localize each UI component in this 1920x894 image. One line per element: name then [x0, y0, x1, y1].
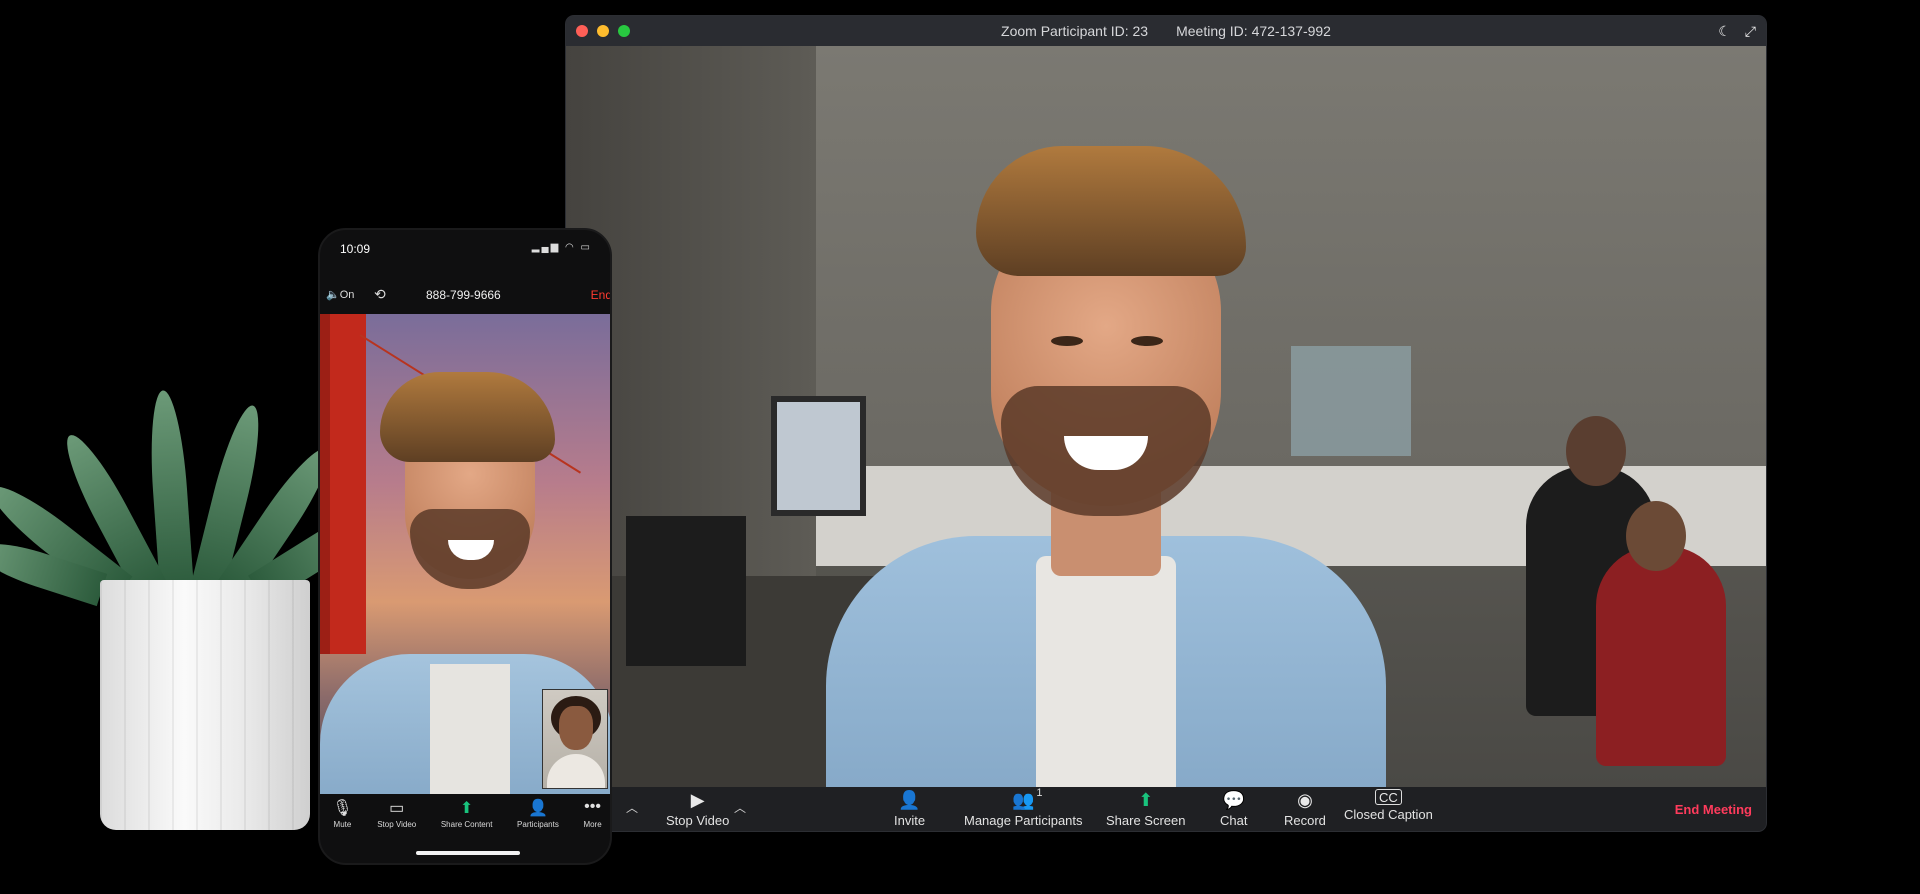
title-right-controls: ☾ ⤢ [1718, 23, 1756, 40]
meeting-toolbar: ︿ ▶︎ Stop Video ︿ 👤 Invite 👥 1 Manage Pa… [566, 787, 1766, 831]
users-icon: 👤 [527, 800, 548, 817]
microphone-icon: 🎙 [332, 800, 353, 817]
fullscreen-icon[interactable]: ⤢ [1745, 23, 1756, 40]
phone-share-content-button[interactable]: ⬆ Share Content [441, 798, 493, 842]
phone-number: 888-799-9666 [426, 288, 501, 302]
plant-decoration [0, 310, 394, 830]
record-label: Record [1284, 813, 1326, 828]
plant-pot [100, 580, 310, 830]
phone-time: 10:09 [340, 242, 371, 256]
chevron-up-icon[interactable]: ︿ [734, 799, 746, 816]
main-participant [826, 136, 1386, 787]
users-icon: 👥 1 [1012, 787, 1043, 810]
phone-participants-button[interactable]: 👤 Participants [517, 798, 559, 842]
desktop-zoom-window: Zoom Participant ID: 23 Meeting ID: 472-… [566, 16, 1766, 831]
self-view-thumbnail[interactable] [542, 689, 608, 789]
participant-count-badge: 1 [1036, 787, 1043, 799]
chat-label: Chat [1220, 813, 1248, 828]
add-user-icon: 👤 [898, 789, 921, 810]
home-indicator[interactable] [416, 851, 520, 855]
chat-button[interactable]: 💬 Chat [1220, 789, 1248, 829]
phone-stop-video-button[interactable]: ▭ Stop Video [377, 798, 416, 842]
phone-mute-button[interactable]: 🎙 Mute [332, 798, 352, 842]
phone-status-bar: 10:09 ▂▄▆ ◠ ▭ [340, 242, 592, 256]
end-meeting-button[interactable]: End Meeting [1675, 802, 1752, 817]
manage-participants-button[interactable]: 👥 1 Manage Participants [964, 787, 1083, 828]
phone-device: 10:09 ▂▄▆ ◠ ▭ 🔈On ⟲ 888-799-9666 End 🎙 M… [318, 228, 612, 865]
signal-wifi-battery-icon: ▂▄▆ ◠ ▭ [531, 242, 592, 253]
share-screen-label: Share Screen [1106, 813, 1186, 828]
phone-stop-video-label: Stop Video [377, 820, 417, 829]
closed-caption-icon: CC [1375, 789, 1402, 805]
invite-button[interactable]: 👤 Invite [894, 789, 926, 829]
meeting-id-label: Meeting ID: 472-137-992 [1176, 23, 1331, 39]
switch-camera-icon[interactable]: ⟲ [374, 286, 386, 303]
phone-end-button[interactable]: End [591, 288, 610, 302]
background-monitor [626, 516, 746, 666]
window-maximize-button[interactable] [618, 25, 630, 37]
video-camera-icon: ▭ [389, 800, 405, 817]
phone-mute-label: Mute [333, 820, 352, 829]
phone-more-label: More [583, 820, 602, 829]
stop-video-label: Stop Video [666, 813, 730, 828]
window-minimize-button[interactable] [597, 25, 609, 37]
speaker-label: On [339, 289, 355, 301]
share-screen-icon: ⬆ [459, 800, 474, 817]
chevron-up-icon[interactable]: ︿ [626, 799, 638, 816]
phone-toolbar: 🎙 Mute ▭ Stop Video ⬆ Share Content 👤 Pa… [320, 798, 610, 842]
closed-caption-label: Closed Caption [1344, 807, 1433, 822]
stop-video-button[interactable]: ▶︎ Stop Video [666, 789, 730, 829]
background-person [1596, 501, 1726, 766]
crescent-moon-icon[interactable]: ☾ [1718, 23, 1731, 40]
phone-call-header: 🔈On ⟲ 888-799-9666 End [320, 286, 610, 306]
phone-video-feed [320, 314, 610, 794]
main-video-feed [566, 46, 1766, 787]
record-icon: ◉ [1297, 789, 1313, 810]
participant-id-label: Zoom Participant ID: 23 [1001, 23, 1149, 39]
closed-caption-button[interactable]: CC Closed Caption [1344, 789, 1433, 822]
video-camera-icon: ▶︎ [690, 789, 705, 810]
title-text: Zoom Participant ID: 23 Meeting ID: 472-… [1001, 23, 1331, 39]
window-controls [576, 25, 630, 37]
phone-share-content-label: Share Content [440, 820, 493, 829]
share-screen-icon: ⬆ [1138, 789, 1154, 810]
record-button[interactable]: ◉ Record [1284, 789, 1326, 829]
manage-participants-label: Manage Participants [964, 813, 1083, 828]
invite-label: Invite [894, 813, 926, 828]
more-dots-icon: ••• [584, 798, 601, 815]
stage: Zoom Participant ID: 23 Meeting ID: 472-… [0, 0, 1920, 894]
speaker-button[interactable]: 🔈On [326, 288, 354, 301]
window-close-button[interactable] [576, 25, 588, 37]
phone-participants-label: Participants [517, 820, 559, 829]
share-screen-button[interactable]: ⬆ Share Screen [1106, 789, 1186, 829]
chat-bubble-icon: 💬 [1222, 789, 1245, 810]
phone-more-button[interactable]: ••• More [583, 798, 601, 842]
title-bar: Zoom Participant ID: 23 Meeting ID: 472-… [566, 16, 1766, 46]
